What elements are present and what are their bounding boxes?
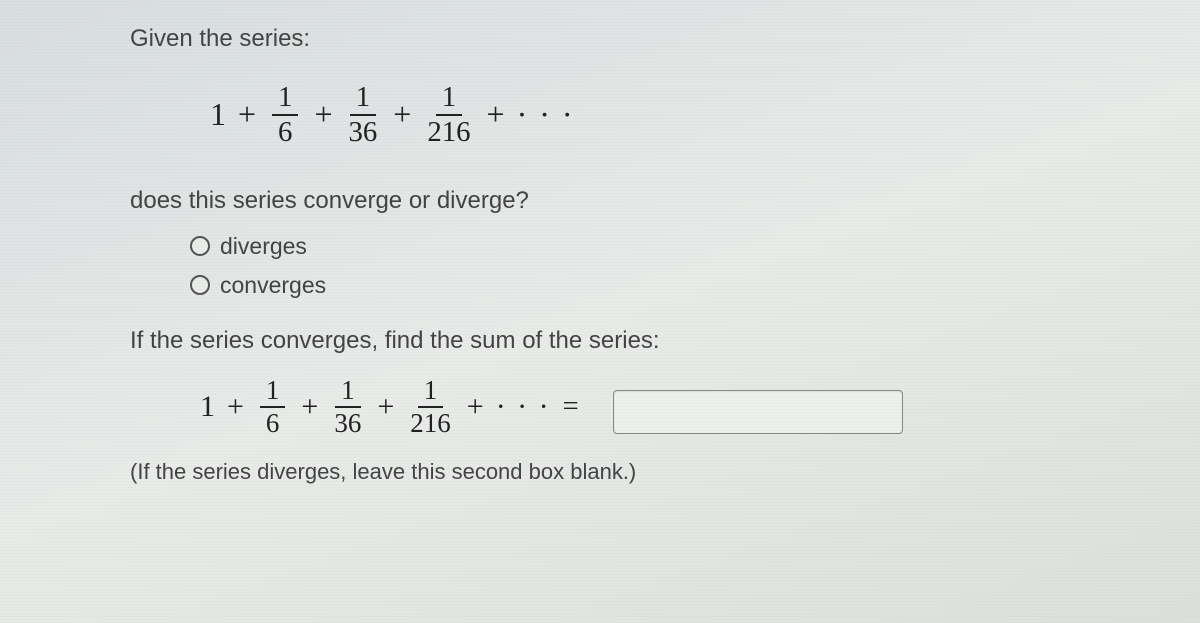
fraction-1: 1 6 xyxy=(272,83,298,147)
series-lead: 1 xyxy=(200,390,215,424)
plus-op: + xyxy=(234,96,260,133)
series-expression-top: 1 + 1 6 + 1 36 + 1 216 + · · · xyxy=(210,83,1080,147)
fraction-3: 1 216 xyxy=(410,377,451,437)
plus-op: + xyxy=(310,96,336,133)
option-label: converges xyxy=(220,272,326,299)
numerator: 1 xyxy=(260,377,286,408)
plus-op: + xyxy=(483,96,509,133)
prompt-text: Given the series: xyxy=(130,25,1080,53)
numerator: 1 xyxy=(436,83,462,116)
option-label: diverges xyxy=(220,233,307,260)
plus-op: + xyxy=(223,390,248,424)
denominator: 6 xyxy=(278,116,292,147)
ellipsis: · · · xyxy=(517,96,575,133)
series-lead: 1 xyxy=(210,96,226,133)
fraction-2: 1 36 xyxy=(334,377,361,437)
option-converges[interactable]: converges xyxy=(190,272,1080,299)
radio-icon xyxy=(190,275,210,295)
fraction-1: 1 6 xyxy=(260,377,286,437)
plus-op: + xyxy=(389,96,415,133)
sum-input[interactable] xyxy=(613,390,903,434)
denominator: 36 xyxy=(334,408,361,437)
numerator: 1 xyxy=(272,83,298,116)
radio-icon xyxy=(190,236,210,256)
hint-text: (If the series diverges, leave this seco… xyxy=(130,459,1080,485)
plus-op: + xyxy=(297,390,322,424)
ellipsis: · · · xyxy=(496,390,551,424)
fraction-3: 1 216 xyxy=(427,83,470,147)
numerator: 1 xyxy=(350,83,376,116)
denominator: 216 xyxy=(427,116,470,147)
plus-op: + xyxy=(373,390,398,424)
sum-instruction: If the series converges, find the sum of… xyxy=(130,327,1080,355)
sum-answer-row: 1 + 1 6 + 1 36 + 1 216 + · · · = xyxy=(130,377,1080,447)
equals-sign: = xyxy=(559,391,583,423)
option-diverges[interactable]: diverges xyxy=(190,233,1080,260)
plus-op: + xyxy=(463,390,488,424)
radio-group: diverges converges xyxy=(190,233,1080,299)
denominator: 36 xyxy=(349,116,378,147)
numerator: 1 xyxy=(335,377,361,408)
convergence-question: does this series converge or diverge? xyxy=(130,187,1080,215)
denominator: 216 xyxy=(410,408,451,437)
denominator: 6 xyxy=(266,408,280,437)
numerator: 1 xyxy=(418,377,444,408)
fraction-2: 1 36 xyxy=(349,83,378,147)
series-expression-bottom: 1 + 1 6 + 1 36 + 1 216 + · · · = xyxy=(200,377,583,437)
